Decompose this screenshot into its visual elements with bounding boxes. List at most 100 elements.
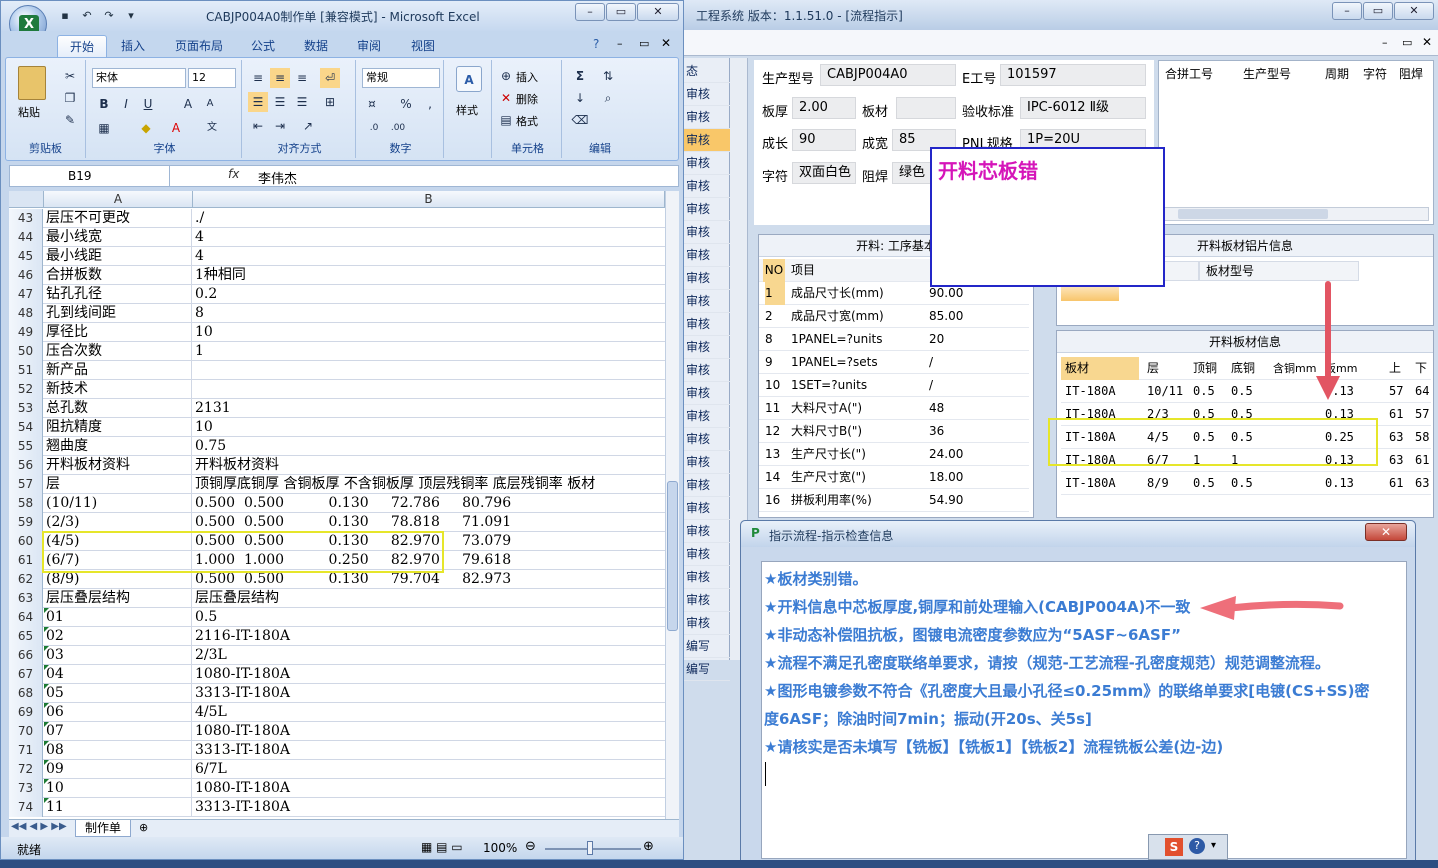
- status-item[interactable]: 审核: [684, 106, 730, 129]
- eng-no-field[interactable]: 101597: [1000, 64, 1146, 86]
- styles-label[interactable]: 样式: [456, 102, 478, 118]
- status-item[interactable]: 审核: [684, 497, 730, 520]
- paste-label[interactable]: 粘贴: [18, 104, 40, 120]
- status-item[interactable]: 审核: [684, 428, 730, 451]
- cell-a[interactable]: 04: [44, 665, 192, 683]
- cell-b[interactable]: 0.5: [193, 608, 665, 626]
- table-row[interactable]: 9 1PANEL=?sets /: [759, 351, 1029, 374]
- status-item[interactable]: 审核: [684, 244, 730, 267]
- sheet-row[interactable]: 46 合拼板数 1种相同: [9, 266, 665, 285]
- row-header[interactable]: 45: [9, 247, 43, 266]
- eng-minimize-button[interactable]: –: [1332, 2, 1362, 20]
- bold-icon[interactable]: B: [94, 94, 114, 114]
- sheet-row[interactable]: 70 07 1080-IT-180A: [9, 722, 665, 741]
- cell-a[interactable]: 钻孔孔径: [44, 285, 192, 303]
- tab-view[interactable]: 视图: [399, 35, 447, 57]
- row-header[interactable]: 68: [9, 684, 43, 703]
- row-header[interactable]: 72: [9, 760, 43, 779]
- row-header[interactable]: 52: [9, 380, 43, 399]
- sort-filter-icon[interactable]: ⇅: [598, 66, 618, 86]
- model-field[interactable]: CABJP004A0: [820, 64, 956, 86]
- sheet-row[interactable]: 48 孔到线间距 8: [9, 304, 665, 323]
- minimize-button[interactable]: –: [575, 3, 605, 21]
- cell-a[interactable]: 阻抗精度: [44, 418, 192, 436]
- cell-b[interactable]: 2/3L: [193, 646, 665, 664]
- table-row[interactable]: 10 1SET=?units /: [759, 374, 1029, 397]
- ribbon-minimize-icon[interactable]: –: [617, 37, 623, 50]
- sheet-row[interactable]: 66 03 2/3L: [9, 646, 665, 665]
- cell-a[interactable]: 05: [44, 684, 192, 702]
- status-item[interactable]: 编写: [684, 658, 730, 681]
- row-header[interactable]: 51: [9, 361, 43, 380]
- sheet-row[interactable]: 71 08 3313-IT-180A: [9, 741, 665, 760]
- scroll-thumb[interactable]: [667, 481, 678, 631]
- tab-page-layout[interactable]: 页面布局: [163, 35, 235, 57]
- phonetic-icon[interactable]: 文: [202, 118, 222, 138]
- wrap-text-icon[interactable]: ⏎: [320, 68, 340, 88]
- number-format-select[interactable]: 常规: [362, 68, 440, 88]
- sheet-row[interactable]: 44 最小线宽 4: [9, 228, 665, 247]
- zoom-out-icon[interactable]: ⊖: [525, 839, 536, 854]
- increase-indent-icon[interactable]: ⇥: [270, 116, 290, 136]
- save-icon[interactable]: ▪: [57, 8, 73, 24]
- shrink-font-icon[interactable]: A: [200, 94, 220, 114]
- delete-cells-label[interactable]: 删除: [516, 91, 538, 107]
- status-item[interactable]: 审核: [684, 313, 730, 336]
- tab-formulas[interactable]: 公式: [239, 35, 287, 57]
- eng-restore-button[interactable]: ▭: [1363, 2, 1393, 20]
- cell-b[interactable]: 10: [193, 323, 665, 341]
- cell-a[interactable]: (10/11): [44, 494, 192, 512]
- cell-a[interactable]: 11: [44, 798, 192, 816]
- insert-function-icon[interactable]: fx: [228, 167, 239, 181]
- align-center-icon[interactable]: ☰: [270, 92, 290, 112]
- cell-b[interactable]: 2131: [193, 399, 665, 417]
- status-item[interactable]: 审核: [684, 405, 730, 428]
- autosum-icon[interactable]: Σ: [570, 66, 590, 86]
- styles-icon[interactable]: A: [456, 66, 482, 92]
- row-header[interactable]: 63: [9, 589, 43, 608]
- help-icon[interactable]: ?: [593, 37, 599, 51]
- status-item[interactable]: 审核: [684, 543, 730, 566]
- insert-cells-icon[interactable]: ⊕: [496, 66, 516, 86]
- vertical-scrollbar[interactable]: [665, 191, 679, 819]
- row-header[interactable]: 44: [9, 228, 43, 247]
- cell-a[interactable]: 开料板材资料: [44, 456, 192, 474]
- status-item[interactable]: 审核: [684, 129, 730, 152]
- cut-icon[interactable]: ✂: [60, 66, 80, 86]
- status-item[interactable]: 审核: [684, 382, 730, 405]
- cell-b[interactable]: 8: [193, 304, 665, 322]
- zoom-slider-thumb[interactable]: [587, 841, 593, 855]
- thickness-field[interactable]: 2.00: [792, 97, 856, 119]
- cell-a[interactable]: 07: [44, 722, 192, 740]
- row-header[interactable]: 73: [9, 779, 43, 798]
- status-item[interactable]: 审核: [684, 221, 730, 244]
- zoom-level[interactable]: 100%: [483, 841, 517, 855]
- new-sheet-icon[interactable]: ⊕: [139, 821, 148, 834]
- cell-b[interactable]: 4: [193, 228, 665, 246]
- sheet-row[interactable]: 68 05 3313-IT-180A: [9, 684, 665, 703]
- italic-icon[interactable]: I: [116, 94, 136, 114]
- status-item[interactable]: 审核: [684, 520, 730, 543]
- cell-a[interactable]: 01: [44, 608, 192, 626]
- tab-review[interactable]: 审阅: [345, 35, 393, 57]
- sheet-row[interactable]: 54 阻抗精度 10: [9, 418, 665, 437]
- align-right-icon[interactable]: ☰: [292, 92, 312, 112]
- cell-b[interactable]: 4/5L: [193, 703, 665, 721]
- cell-a[interactable]: 新产品: [44, 361, 192, 379]
- column-header-a[interactable]: A: [44, 191, 193, 208]
- increase-decimal-icon[interactable]: .0: [364, 118, 384, 138]
- row-header[interactable]: 43: [9, 209, 43, 228]
- row-header[interactable]: 58: [9, 494, 43, 513]
- row-header[interactable]: 61: [9, 551, 43, 570]
- percent-icon[interactable]: %: [396, 94, 416, 114]
- sheet-row[interactable]: 45 最小线距 4: [9, 247, 665, 266]
- row-header[interactable]: 60: [9, 532, 43, 551]
- status-item[interactable]: 编写: [684, 635, 730, 658]
- customize-qat-icon[interactable]: ▾: [123, 8, 139, 24]
- cell-b[interactable]: 层压叠层结构: [193, 589, 665, 607]
- close-button[interactable]: ✕: [637, 3, 679, 21]
- cell-a[interactable]: 层压叠层结构: [44, 589, 192, 607]
- cell-b[interactable]: 顶铜厚底铜厚 含铜板厚 不含铜板厚 顶层残铜率 底层残铜率 板材: [193, 475, 665, 493]
- table-row[interactable]: 16 拼板利用率(%) 54.90: [759, 489, 1029, 512]
- cell-a[interactable]: 最小线宽: [44, 228, 192, 246]
